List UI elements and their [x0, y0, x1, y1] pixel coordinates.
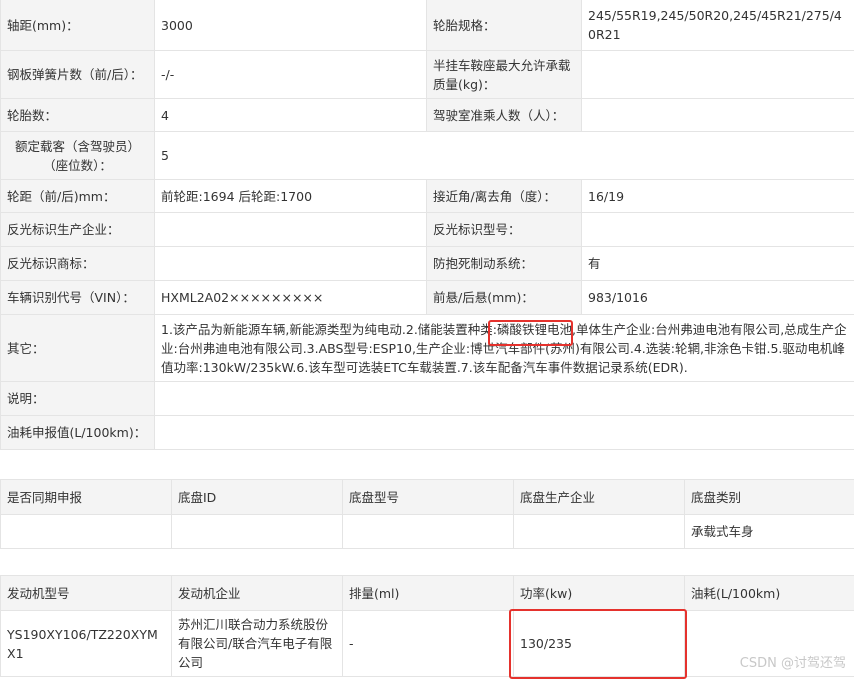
- spec-row-tire-count: 轮胎数： 4 驾驶室准乘人数（人）：: [0, 98, 854, 132]
- chassis-header-cell: 是否同期申报: [0, 479, 172, 515]
- spec-row-other: 其它： 1.该产品为新能源车辆,新能源类型为纯电动.2.储能装置种类:磷酸铁锂电…: [0, 314, 854, 382]
- engine-table: 发动机型号 发动机企业 排量(ml) 功率(kw) 油耗(L/100km) YS…: [0, 575, 854, 677]
- overhang-value: 983/1016: [581, 280, 854, 315]
- engine-header-cell: 油耗(L/100km): [684, 575, 854, 611]
- abs-value: 有: [581, 246, 854, 281]
- wheelbase-label: 轴距(mm)：: [0, 0, 155, 51]
- leaf-spring-value: -/-: [154, 50, 427, 99]
- tire-spec-value: 245/55R19,245/50R20,245/45R21/275/40R21: [581, 0, 854, 51]
- chassis-table: 是否同期申报 底盘ID 底盘型号 底盘生产企业 底盘类别 承载式车身: [0, 479, 854, 549]
- approach-angle-value: 16/19: [581, 179, 854, 213]
- reflector-maker-label: 反光标识生产企业：: [0, 212, 155, 247]
- displacement-cell: -: [342, 610, 514, 677]
- seats-value: 5: [154, 131, 854, 180]
- notes-label: 说明：: [0, 381, 155, 416]
- other-label: 其它：: [0, 314, 155, 382]
- track-value: 前轮距:1694 后轮距:1700: [154, 179, 427, 213]
- spec-row-leaf-spring: 钢板弹簧片数（前/后）： -/- 半挂车鞍座最大允许承载质量(kg)：: [0, 50, 854, 99]
- track-label: 轮距（前/后)mm：: [0, 179, 155, 213]
- power-value-highlight: [509, 609, 687, 679]
- chassis-header-cell: 底盘生产企业: [513, 479, 685, 515]
- chassis-cell: [342, 514, 514, 549]
- chassis-cell: [171, 514, 343, 549]
- spec-row-track: 轮距（前/后)mm： 前轮距:1694 后轮距:1700 接近角/离去角（度）：…: [0, 179, 854, 213]
- cab-occupants-label: 驾驶室准乘人数（人）：: [426, 98, 582, 132]
- chassis-header-row: 是否同期申报 底盘ID 底盘型号 底盘生产企业 底盘类别: [0, 479, 854, 515]
- overhang-label: 前悬/后悬(mm)：: [426, 280, 582, 315]
- vin-label: 车辆识别代号（VIN）：: [0, 280, 155, 315]
- fuel-declared-value: [154, 415, 854, 450]
- engine-model-cell: YS190XY106/TZ220XYMX1: [0, 610, 172, 677]
- cab-occupants-value: [581, 98, 854, 132]
- chassis-header-cell: 底盘型号: [342, 479, 514, 515]
- spec-row-vin: 车辆识别代号（VIN）： HXML2A02××××××××× 前悬/后悬(mm)…: [0, 280, 854, 315]
- chassis-data-row: 承载式车身: [0, 514, 854, 549]
- wheelbase-value: 3000: [154, 0, 427, 51]
- vehicle-spec-table: 轴距(mm)： 3000 轮胎规格： 245/55R19,245/50R20,2…: [0, 0, 854, 450]
- saddle-load-label: 半挂车鞍座最大允许承载质量(kg)：: [426, 50, 582, 99]
- reflector-brand-value: [154, 246, 427, 281]
- engine-header-cell: 发动机型号: [0, 575, 172, 611]
- engine-maker-cell: 苏州汇川联合动力系统股份有限公司/联合汽车电子有限公司: [171, 610, 343, 677]
- reflector-model-value: [581, 212, 854, 247]
- csdn-watermark: CSDN @讨驾还驾: [739, 656, 846, 671]
- chassis-header-cell: 底盘ID: [171, 479, 343, 515]
- engine-header-row: 发动机型号 发动机企业 排量(ml) 功率(kw) 油耗(L/100km): [0, 575, 854, 611]
- engine-header-cell: 功率(kw): [513, 575, 685, 611]
- chassis-cell: 承载式车身: [684, 514, 854, 549]
- chassis-cell: [0, 514, 172, 549]
- engine-data-row: YS190XY106/TZ220XYMX1 苏州汇川联合动力系统股份有限公司/联…: [0, 610, 854, 677]
- spec-row-wheelbase: 轴距(mm)： 3000 轮胎规格： 245/55R19,245/50R20,2…: [0, 0, 854, 51]
- tire-spec-label: 轮胎规格：: [426, 0, 582, 51]
- spec-row-fuel: 油耗申报值(L/100km)：: [0, 415, 854, 450]
- notes-value: [154, 381, 854, 416]
- leaf-spring-label: 钢板弹簧片数（前/后）：: [0, 50, 155, 99]
- chassis-cell: [513, 514, 685, 549]
- spec-row-reflector-maker: 反光标识生产企业： 反光标识型号：: [0, 212, 854, 247]
- seats-label: 额定载客（含驾驶员）（座位数）：: [0, 131, 155, 180]
- abs-label: 防抱死制动系统：: [426, 246, 582, 281]
- engine-header-cell: 发动机企业: [171, 575, 343, 611]
- reflector-brand-label: 反光标识商标：: [0, 246, 155, 281]
- tire-count-label: 轮胎数：: [0, 98, 155, 132]
- reflector-maker-value: [154, 212, 427, 247]
- spec-row-seats: 额定载客（含驾驶员）（座位数）： 5: [0, 131, 854, 180]
- battery-type-highlight: [488, 320, 573, 346]
- engine-header-cell: 排量(ml): [342, 575, 514, 611]
- spec-row-reflector-brand: 反光标识商标： 防抱死制动系统： 有: [0, 246, 854, 281]
- spec-row-notes: 说明：: [0, 381, 854, 416]
- chassis-header-cell: 底盘类别: [684, 479, 854, 515]
- saddle-load-value: [581, 50, 854, 99]
- fuel-declared-label: 油耗申报值(L/100km)：: [0, 415, 155, 450]
- approach-angle-label: 接近角/离去角（度）：: [426, 179, 582, 213]
- vin-value: HXML2A02×××××××××: [154, 280, 427, 315]
- reflector-model-label: 反光标识型号：: [426, 212, 582, 247]
- tire-count-value: 4: [154, 98, 427, 132]
